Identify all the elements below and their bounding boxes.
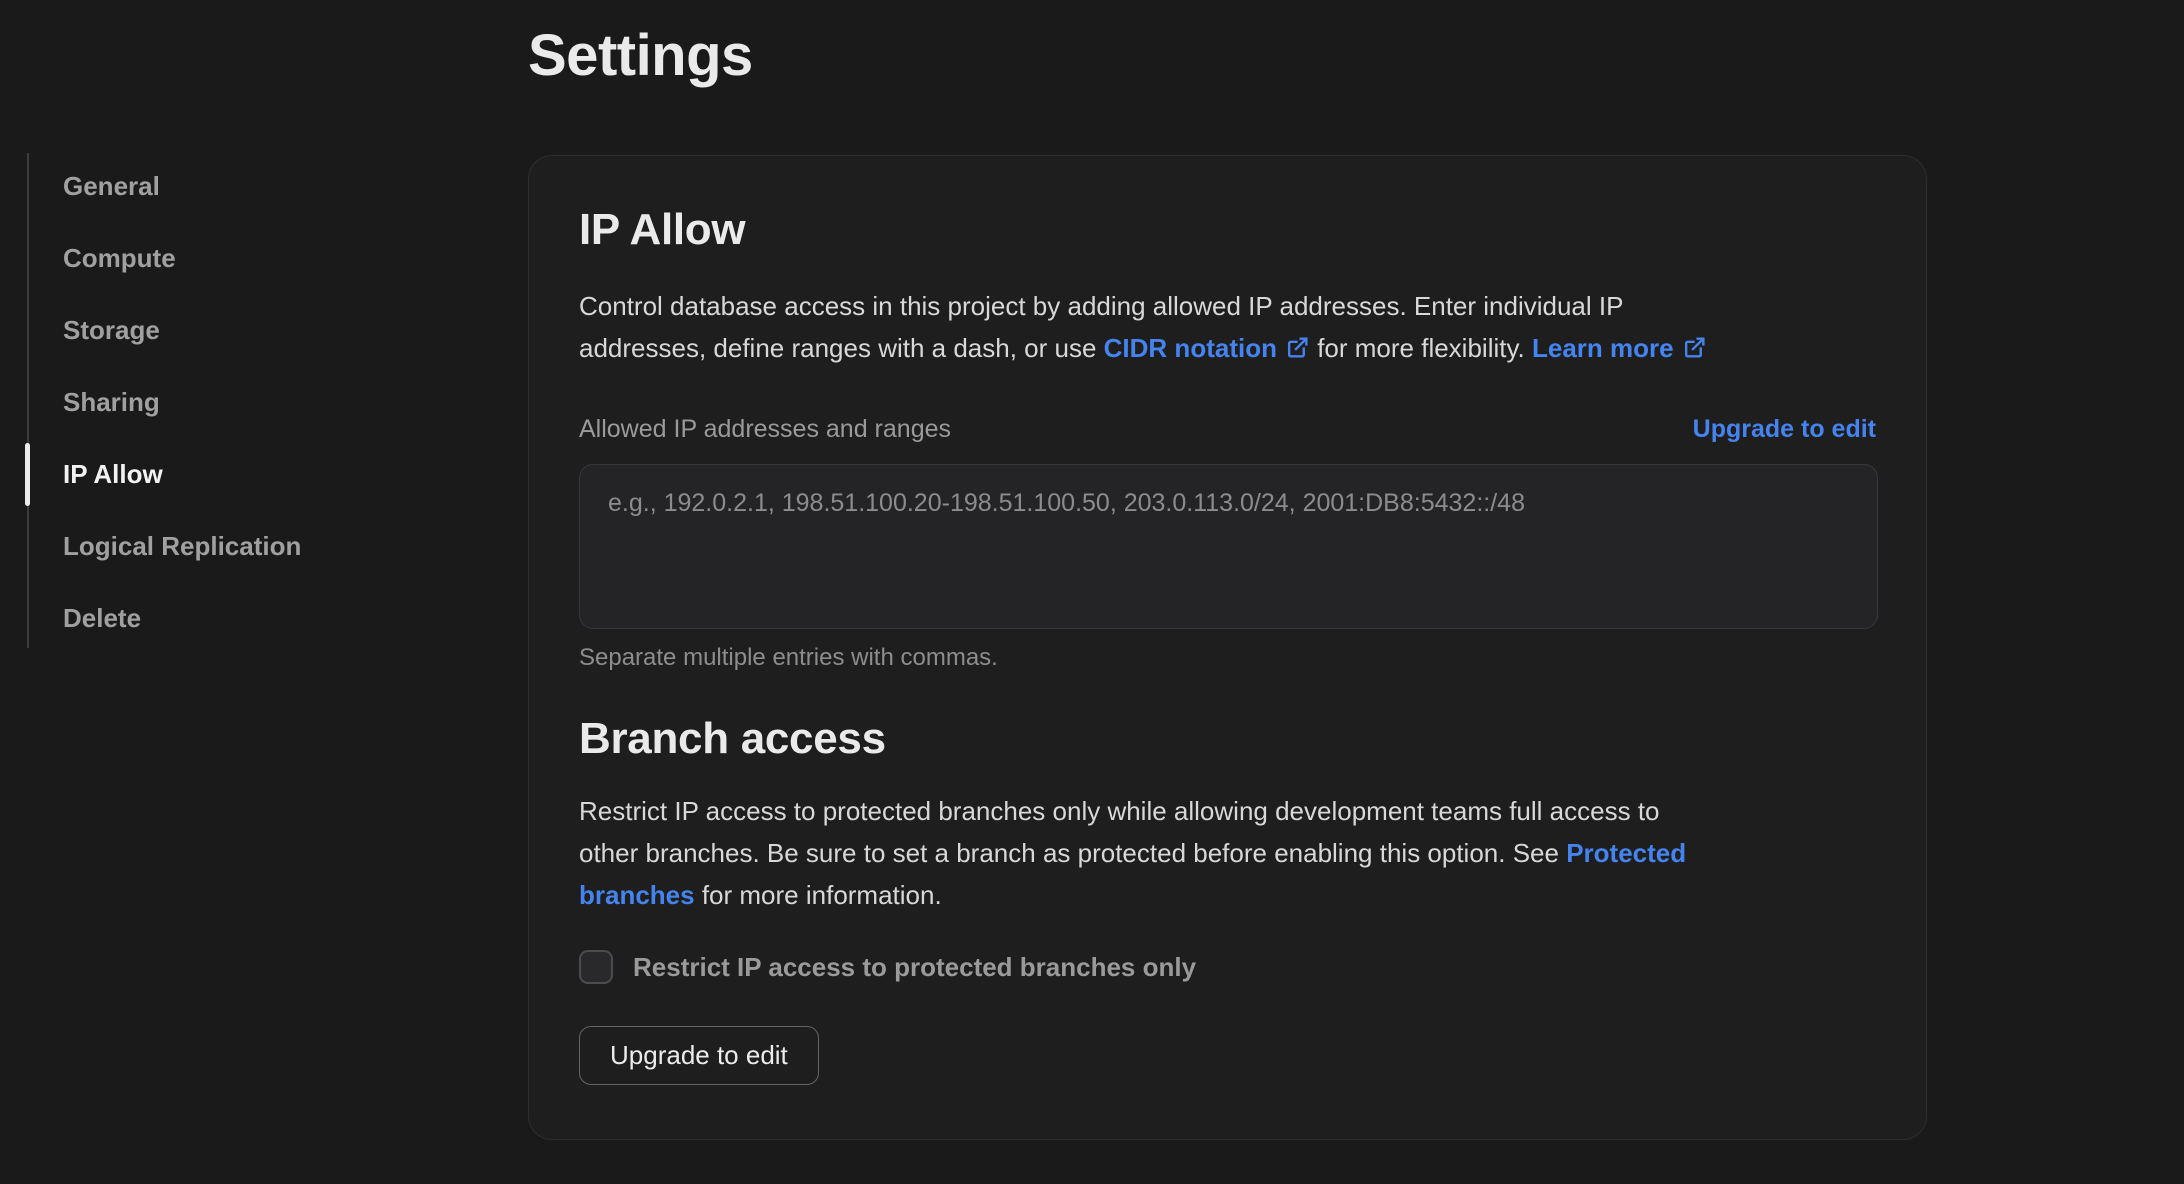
sidebar-item-ip-allow[interactable]: IP Allow — [63, 438, 443, 510]
settings-card: IP Allow Control database access in this… — [528, 155, 1927, 1140]
ip-allow-heading: IP Allow — [579, 205, 746, 254]
settings-page: { "page": { "title": "Settings" }, "colo… — [0, 0, 2184, 1184]
sidebar-rule — [27, 153, 29, 648]
sidebar-active-indicator — [25, 443, 30, 506]
branch-access-description: Restrict IP access to protected branches… — [579, 796, 1687, 910]
inline-link[interactable]: Protected — [1566, 838, 1686, 868]
restrict-checkbox[interactable] — [579, 950, 613, 984]
upgrade-to-edit-button[interactable]: Upgrade to edit — [579, 1026, 819, 1085]
sidebar-item-delete[interactable]: Delete — [63, 582, 443, 654]
allowed-ips-textarea[interactable] — [579, 464, 1878, 629]
sidebar-item-storage[interactable]: Storage — [63, 294, 443, 366]
sidebar-item-logical-replication[interactable]: Logical Replication — [63, 510, 443, 582]
inline-link[interactable]: Learn more — [1532, 333, 1707, 363]
sidebar-item-general[interactable]: General — [63, 150, 443, 222]
inline-link[interactable]: CIDR notation — [1104, 333, 1310, 363]
textarea-helper-text: Separate multiple entries with commas. — [579, 644, 998, 671]
restrict-checkbox-label: Restrict IP access to protected branches… — [633, 951, 1197, 982]
branch-access-heading: Branch access — [579, 714, 886, 763]
allowed-ips-label: Allowed IP addresses and ranges — [579, 415, 951, 443]
sidebar-nav: General Compute Storage Sharing IP Allow Logi… — [63, 150, 443, 654]
sidebar-item-sharing[interactable]: Sharing — [63, 366, 443, 438]
external-link-icon — [1684, 337, 1705, 358]
sidebar-item-compute[interactable]: Compute — [63, 222, 443, 294]
allowed-ips-field-row: Allowed IP addresses and ranges Upgrade … — [579, 415, 1876, 444]
external-link-icon — [1287, 337, 1308, 358]
ip-allow-description: Control database access in this project … — [579, 285, 1876, 369]
restrict-checkbox-row: Restrict IP access to protected branches… — [579, 950, 1876, 984]
inline-link[interactable]: branches — [579, 880, 695, 910]
page-title: Settings — [528, 23, 753, 88]
upgrade-to-edit-link[interactable]: Upgrade to edit — [1693, 415, 1876, 444]
